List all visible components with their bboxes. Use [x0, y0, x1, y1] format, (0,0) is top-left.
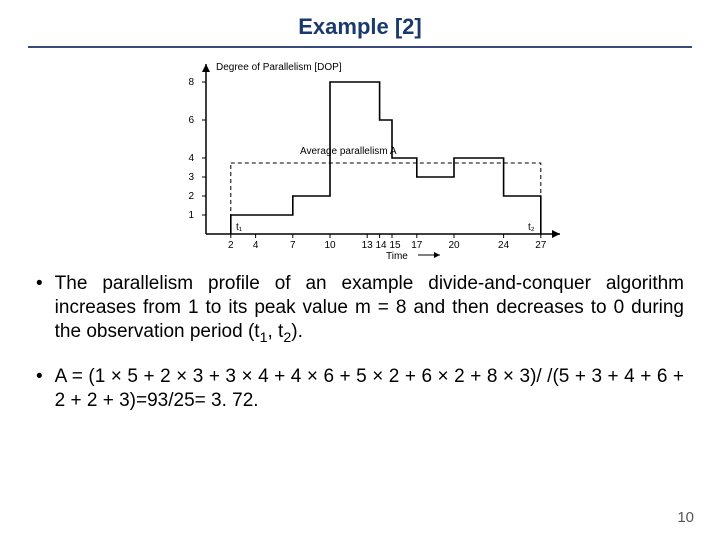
svg-text:2: 2 [188, 191, 194, 202]
parallelism-chart: Degree of Parallelism [DOP] Time 1 2 3 4… [140, 54, 580, 264]
svg-text:3: 3 [188, 172, 194, 183]
page-number: 10 [677, 509, 694, 526]
svg-text:17: 17 [411, 240, 423, 251]
bullet-2: • A = (1 × 5 + 2 × 3 + 3 × 4 + 4 × 6 + 5… [36, 365, 684, 413]
svg-text:4: 4 [188, 153, 194, 164]
svg-text:20: 20 [448, 240, 460, 251]
bullet-marker: • [36, 272, 43, 347]
svg-text:6: 6 [188, 115, 194, 126]
svg-text:2: 2 [228, 240, 234, 251]
t2-label: t₂ [528, 222, 535, 233]
x-ticks: 2 4 7 10 13 14 15 17 20 24 27 [228, 234, 547, 251]
y-axis-label: Degree of Parallelism [DOP] [216, 62, 342, 73]
title-underline [28, 46, 692, 48]
bullet-1-text: The parallelism profile of an example di… [55, 272, 684, 347]
bullet-list: • The parallelism profile of an example … [0, 268, 720, 413]
bullet-1: • The parallelism profile of an example … [36, 272, 684, 347]
bullet-2-text: A = (1 × 5 + 2 × 3 + 3 × 4 + 4 × 6 + 5 ×… [55, 365, 684, 413]
y-ticks: 1 2 3 4 6 8 [188, 77, 206, 221]
svg-text:8: 8 [188, 77, 194, 88]
dop-step-line [231, 82, 541, 234]
x-axis-label: Time [386, 251, 408, 262]
average-box [231, 163, 541, 234]
svg-text:4: 4 [253, 240, 259, 251]
svg-text:10: 10 [324, 240, 336, 251]
svg-text:14: 14 [375, 240, 387, 251]
svg-text:7: 7 [290, 240, 296, 251]
average-label: Average parallelism A [300, 146, 397, 157]
svg-text:15: 15 [389, 240, 401, 251]
bullet-marker: • [36, 365, 43, 413]
t1-label: t₁ [236, 222, 243, 233]
svg-text:27: 27 [535, 240, 547, 251]
svg-text:24: 24 [498, 240, 510, 251]
svg-text:1: 1 [188, 210, 194, 221]
svg-text:13: 13 [362, 240, 374, 251]
slide-title: Example [2] [0, 0, 720, 40]
